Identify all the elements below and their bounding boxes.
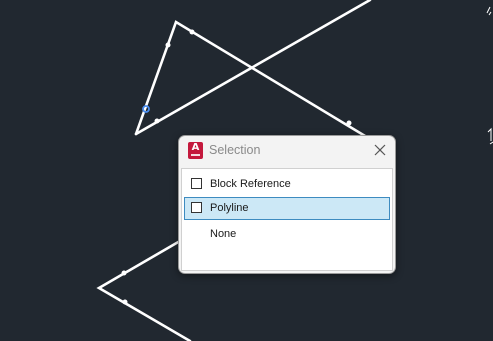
close-icon [374,144,386,156]
list-item-block-reference[interactable]: Block Reference [184,173,390,196]
list-item-label: Polyline [210,202,249,214]
dialog-title: Selection [209,143,261,157]
list-item-polyline[interactable]: Polyline [184,197,390,220]
app-icon-letter: A [191,142,200,153]
polyline-lower[interactable] [96,239,192,341]
dialog-title-bar[interactable]: A Selection [179,136,395,166]
polyline-checkbox[interactable] [191,202,202,213]
list-item-none[interactable]: None [184,223,390,246]
selection-dialog: A Selection Block Reference Polyline Non… [178,135,396,274]
polyline-upper[interactable] [134,0,382,147]
close-button[interactable] [371,141,389,159]
list-item-label: None [210,228,237,240]
autocad-app-icon: A [188,142,203,159]
canvas-edge-marks [486,6,493,145]
selection-list: Block Reference Polyline None [181,168,393,271]
list-item-label: Block Reference [210,178,291,190]
block-reference-checkbox[interactable] [191,178,202,189]
